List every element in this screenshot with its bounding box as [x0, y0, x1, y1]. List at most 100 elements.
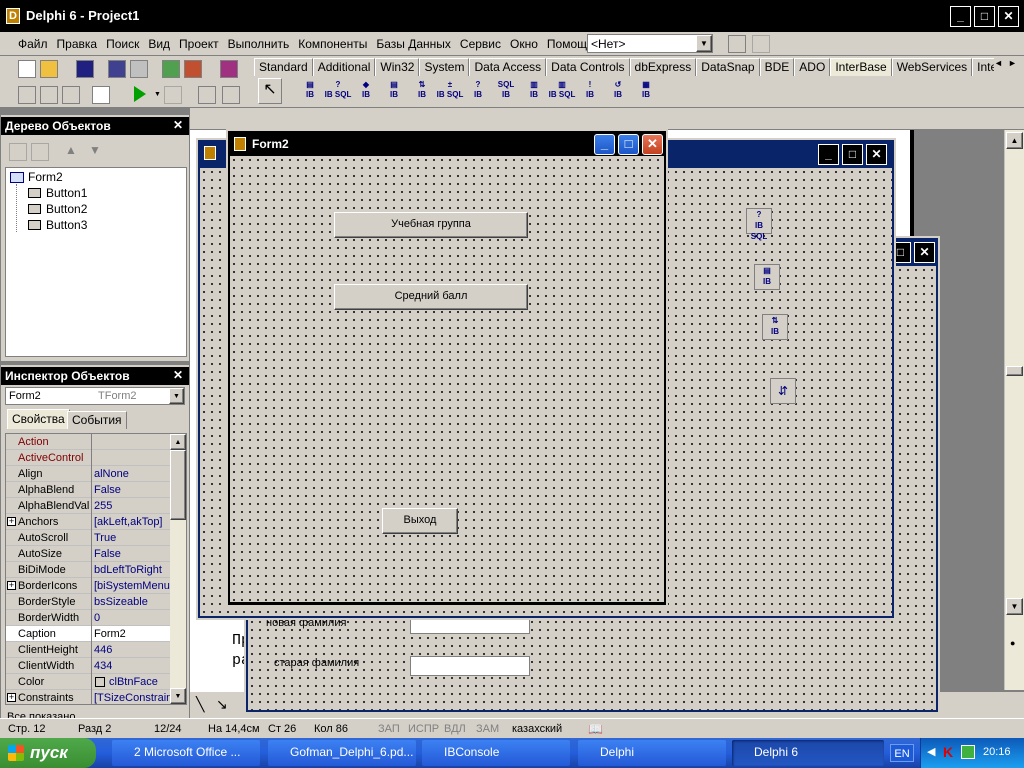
expand-plus-icon[interactable]: +: [7, 581, 16, 590]
close-button[interactable]: ✕: [998, 6, 1019, 27]
ibsql-icon[interactable]: SQL IB: [492, 78, 520, 106]
property-value[interactable]: 446: [94, 642, 112, 658]
toggle-form-unit-icon[interactable]: [62, 86, 80, 104]
property-value[interactable]: clBtnFace: [109, 674, 158, 690]
chevron-down-icon[interactable]: ▼: [169, 388, 184, 404]
property-row[interactable]: AutoScroll True: [6, 530, 170, 546]
browse-object-icon[interactable]: ●: [1010, 638, 1015, 648]
property-value[interactable]: alNone: [94, 466, 129, 482]
property-value[interactable]: False: [94, 546, 121, 562]
ibevents-icon[interactable]: ! IB: [576, 78, 604, 106]
ibquery-icon[interactable]: ? IB SQL: [324, 78, 352, 106]
tab-dbexpress[interactable]: dbExpress: [629, 58, 697, 76]
property-value[interactable]: bsSizeable: [94, 594, 148, 610]
tab-data-access[interactable]: Data Access: [469, 58, 547, 76]
start-button[interactable]: пуск: [0, 738, 96, 768]
property-row[interactable]: ActiveControl: [6, 450, 170, 466]
view-unit-icon[interactable]: [18, 86, 36, 104]
taskbar-item-pdf[interactable]: Gofman_Delphi_6.pd...: [268, 740, 416, 766]
tab-scroll-right-icon[interactable]: ►: [1008, 58, 1017, 68]
taskbar-item-delphi6[interactable]: Delphi 6: [732, 740, 884, 766]
tree-item-form2[interactable]: Form2: [28, 170, 63, 184]
arrow-up-icon[interactable]: ▲: [65, 143, 77, 157]
property-row[interactable]: Caption Form2: [6, 626, 170, 642]
set-debug-desktop-icon[interactable]: [752, 35, 770, 53]
doc-scrollbar[interactable]: ▲ ▼ ●: [1004, 130, 1024, 690]
save-icon[interactable]: [76, 60, 94, 78]
menu-database[interactable]: Базы Данных: [376, 37, 451, 51]
new-form-icon[interactable]: [92, 86, 110, 104]
property-value[interactable]: Form2: [94, 626, 126, 642]
menu-search[interactable]: Поиск: [106, 37, 139, 51]
language-indicator[interactable]: EN: [890, 744, 914, 762]
property-value[interactable]: 255: [94, 498, 112, 514]
property-row[interactable]: ClientWidth 434: [6, 658, 170, 674]
tree-item-button1[interactable]: Button1: [46, 186, 87, 200]
tab-properties[interactable]: Свойства: [7, 409, 70, 429]
tab-internet[interactable]: Internet: [972, 58, 994, 76]
average-score-button[interactable]: Средний балл: [334, 284, 528, 310]
remove-file-icon[interactable]: [184, 60, 202, 78]
run-icon[interactable]: [134, 86, 146, 102]
ibtable-icon[interactable]: ▤ IB: [296, 78, 324, 106]
minimize-button[interactable]: _: [818, 144, 839, 165]
nonvisual-ibdatabase-icon[interactable]: ▤ IB: [754, 264, 780, 290]
scroll-thumb[interactable]: [1006, 366, 1023, 376]
menu-edit[interactable]: Правка: [57, 37, 98, 51]
tab-interbase[interactable]: InterBase: [830, 58, 892, 76]
menu-file[interactable]: Файл: [18, 37, 48, 51]
property-row[interactable]: Action: [6, 434, 170, 450]
tab-datasnap[interactable]: DataSnap: [696, 58, 760, 76]
property-row[interactable]: ClientHeight 446: [6, 642, 170, 658]
chevron-up-icon[interactable]: ▲: [170, 434, 186, 450]
scroll-thumb[interactable]: [170, 450, 186, 520]
taskbar-item-delphi-folder[interactable]: Delphi: [578, 740, 726, 766]
tab-bde[interactable]: BDE: [759, 58, 795, 76]
save-all-icon[interactable]: [108, 60, 126, 78]
chevron-up-icon[interactable]: ▲: [1006, 132, 1023, 149]
new-item-icon[interactable]: [9, 143, 27, 161]
ibextract-icon[interactable]: ↺ IB: [604, 78, 632, 106]
property-row[interactable]: Constraints + [TSizeConstrain: [6, 690, 172, 704]
property-row[interactable]: AlphaBlend False: [6, 482, 170, 498]
tree-item-button3[interactable]: Button3: [46, 218, 87, 232]
add-file-icon[interactable]: [162, 60, 180, 78]
expand-plus-icon[interactable]: +: [7, 693, 16, 702]
maximize-button[interactable]: □: [974, 6, 995, 27]
tab-data-controls[interactable]: Data Controls: [546, 58, 630, 76]
property-row[interactable]: AutoSize False: [6, 546, 170, 562]
trace-into-icon[interactable]: [198, 86, 216, 104]
tab-additional[interactable]: Additional: [312, 58, 376, 76]
nonvisual-ibquery-icon[interactable]: ? IB SQL: [746, 208, 772, 241]
old-surname-field[interactable]: [410, 656, 530, 676]
ibtransaction-icon[interactable]: ⇅ IB: [408, 78, 436, 106]
tab-events[interactable]: События: [67, 411, 127, 429]
help-icon[interactable]: [220, 60, 238, 78]
close-button[interactable]: ✕: [866, 144, 887, 165]
property-row[interactable]: BorderWidth 0: [6, 610, 170, 626]
component-selector[interactable]: Form2 TForm2 ▼: [5, 387, 185, 405]
maximize-button[interactable]: □: [618, 134, 639, 155]
tab-system[interactable]: System: [419, 58, 470, 76]
property-value[interactable]: True: [94, 530, 116, 546]
pointer-icon[interactable]: ↖: [258, 78, 282, 104]
chevron-down-icon[interactable]: ▼: [170, 688, 186, 704]
property-value[interactable]: bdLeftToRight: [94, 562, 162, 578]
minimize-button[interactable]: _: [950, 6, 971, 27]
exit-button[interactable]: Выход: [382, 508, 458, 534]
study-group-button[interactable]: Учебная группа: [334, 212, 528, 238]
open-project-icon[interactable]: [130, 60, 148, 78]
desktop-combo[interactable]: <Нет> ▼: [587, 34, 713, 53]
property-value[interactable]: 434: [94, 658, 112, 674]
pause-icon[interactable]: [164, 86, 182, 104]
menu-components[interactable]: Компоненты: [298, 37, 367, 51]
minimize-button[interactable]: _: [594, 134, 615, 155]
menu-tools[interactable]: Сервис: [460, 37, 501, 51]
taskbar-item-ibconsole[interactable]: IBConsole: [422, 740, 570, 766]
chevron-down-icon[interactable]: ▼: [696, 35, 712, 52]
menu-run[interactable]: Выполнить: [228, 37, 290, 51]
delete-item-icon[interactable]: [31, 143, 49, 161]
ibupdatesql-icon[interactable]: ± IB SQL: [436, 78, 464, 106]
save-desktop-icon[interactable]: [728, 35, 746, 53]
view-form-icon[interactable]: [40, 86, 58, 104]
